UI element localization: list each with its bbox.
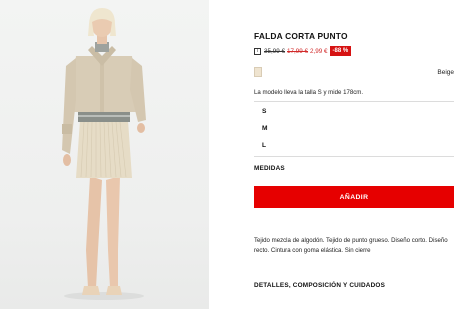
add-to-cart-button[interactable]: AÑADIR	[254, 186, 454, 208]
size-option-s[interactable]: S	[262, 108, 442, 115]
previous-price: 17,99 €	[287, 47, 309, 55]
current-price: 2,99 €	[310, 47, 328, 55]
product-description: Tejido mezcla de algodón. Tejido de punt…	[254, 237, 448, 254]
color-swatch-beige[interactable]	[254, 67, 262, 77]
original-price: 35,99 €	[264, 47, 286, 55]
measures-link[interactable]: MEDIDAS	[254, 165, 285, 172]
product-image[interactable]	[0, 0, 209, 309]
info-icon[interactable]: i	[254, 47, 261, 55]
color-name: Beige	[437, 69, 454, 76]
price-row: i 35,99 € 17,99 € 2,99 € -88 %	[254, 45, 454, 57]
product-title: FALDA CORTA PUNTO	[254, 31, 348, 41]
divider	[254, 156, 454, 157]
details-composition-care-link[interactable]: DETALLES, COMPOSICIÓN Y CUIDADOS	[254, 282, 385, 289]
size-option-m[interactable]: M	[262, 125, 442, 132]
model-size-note: La modelo lleva la talla S y mide 178cm.	[254, 89, 364, 96]
size-option-l[interactable]: L	[262, 142, 442, 149]
divider	[254, 101, 454, 102]
discount-badge: -88 %	[329, 46, 352, 56]
model-illustration	[62, 8, 146, 300]
